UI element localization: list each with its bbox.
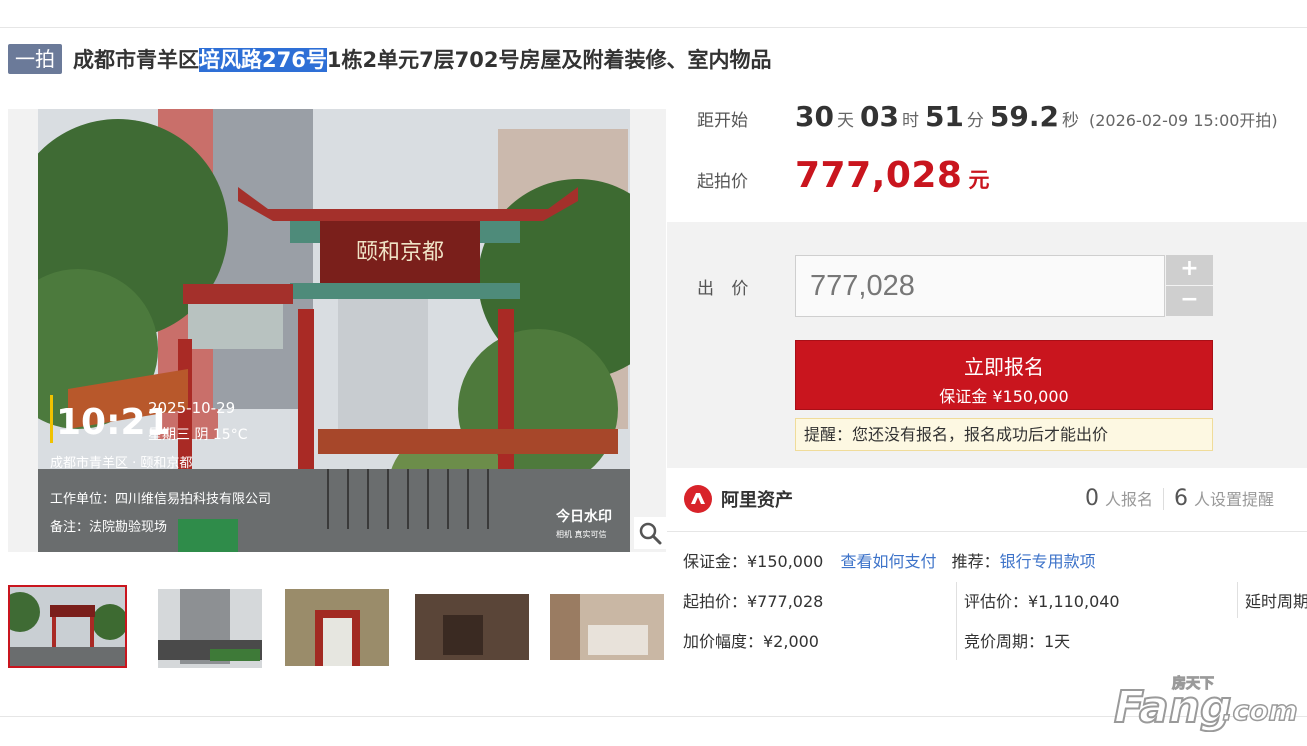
countdown-days: 30 — [795, 100, 834, 133]
photo-work-unit: 工作单位：四川维信易拍科技有限公司 — [50, 492, 271, 507]
countdown-row: 距开始 30 天 03 时 51 分 59.2 秒 (2026-02-09 15… — [697, 100, 1278, 140]
thumbnail-1-image — [10, 587, 125, 666]
gate-photo-illustration: 颐和京都 10:21 2025-10-29 星期三 阴 15°C 成都市青羊区 — [38, 109, 630, 552]
start-price-row: 起拍价 777,028 元 — [697, 155, 989, 196]
bid-panel: 出 价 777,028 + − 立即报名 保证金 ¥150,000 提醒：您还没… — [667, 222, 1307, 468]
thumbnail-2[interactable] — [150, 585, 269, 668]
start-price-unit: 元 — [968, 168, 990, 192]
reminder-count-label: 人设置提醒 — [1194, 490, 1275, 509]
thumbnail-3[interactable] — [285, 585, 404, 668]
photo-stamp: 今日水印 — [555, 508, 612, 525]
photo-weather: 星期三 阴 15°C — [148, 427, 248, 443]
countdown-days-unit: 天 — [836, 111, 854, 131]
deposit-info: 保证金：¥150,000 查看如何支付 推荐：银行专用款项 — [683, 548, 1096, 572]
reminder-count: 6 — [1174, 486, 1189, 511]
signup-count: 0 — [1085, 486, 1099, 511]
signup-count-label: 人报名 — [1105, 490, 1154, 509]
watermark-sub: 房天下 — [1172, 675, 1214, 692]
title-row: 一拍 成都市青羊区培风路276号1栋2单元7层702号房屋及附着装修、室内物品 — [8, 42, 772, 76]
detail-separator-1 — [956, 582, 957, 660]
title-highlight: 培风路276号 — [199, 48, 327, 72]
thumbnail-3-image — [285, 585, 404, 668]
recommend-label: 推荐： — [951, 552, 1000, 571]
countdown-label: 距开始 — [697, 111, 748, 131]
start-price-label: 起拍价 — [697, 172, 748, 192]
detail-separator-2 — [1237, 582, 1238, 618]
fang-logo-icon: Fang .com 房天下 — [1113, 675, 1298, 735]
info-divider — [667, 531, 1307, 532]
photo-location: 成都市青羊区 · 颐和京都 — [50, 455, 192, 471]
how-to-pay-link[interactable]: 查看如何支付 — [840, 552, 936, 571]
bid-label: 出 价 — [697, 279, 755, 299]
detail-start-price: 起拍价：¥777,028 — [683, 592, 824, 611]
ali-asset-icon — [684, 485, 712, 513]
countdown-seconds: 59.2 — [989, 100, 1059, 133]
signup-deposit-label: 保证金 ¥150,000 — [939, 387, 1069, 406]
photo-note: 备注：法院勘验现场 — [50, 519, 167, 535]
auction-stats: 0 人报名 6 人设置提醒 — [1085, 486, 1274, 511]
zoom-icon[interactable] — [634, 517, 666, 549]
auction-start-time: (2026-02-09 15:00开拍) — [1089, 111, 1278, 130]
signup-button-label: 立即报名 — [964, 355, 1044, 379]
magnifier-icon — [639, 522, 662, 545]
signup-button[interactable]: 立即报名 保证金 ¥150,000 — [795, 340, 1213, 410]
countdown-hours: 03 — [859, 100, 899, 133]
platform-row: 阿里资产 0 人报名 6 人设置提醒 — [683, 484, 1307, 516]
signup-reminder: 提醒：您还没有报名，报名成功后才能出价 — [795, 418, 1213, 451]
auction-round-tag: 一拍 — [8, 44, 62, 74]
decrease-bid-button[interactable]: − — [1166, 286, 1213, 316]
top-divider — [0, 27, 1307, 28]
increase-bid-button[interactable]: + — [1166, 255, 1213, 285]
page-title: 成都市青羊区培风路276号1栋2单元7层702号房屋及附着装修、室内物品 — [73, 44, 772, 74]
gate-sign: 颐和京都 — [356, 240, 444, 265]
thumbnail-4-image — [413, 585, 532, 668]
detail-increment: 加价幅度：¥2,000 — [683, 632, 819, 651]
detail-appraisal: 评估价：¥1,110,040 — [964, 592, 1120, 611]
photo-date: 2025-10-29 — [148, 399, 235, 417]
thumbnail-5-image — [548, 585, 667, 668]
stats-separator — [1163, 487, 1165, 510]
detail-delay: 延时周期 — [1245, 592, 1307, 611]
thumbnail-5[interactable] — [548, 585, 667, 668]
countdown-hours-unit: 时 — [901, 111, 919, 131]
title-suffix: 1栋2单元7层702号房屋及附着装修、室内物品 — [326, 48, 772, 72]
platform-logo[interactable]: 阿里资产 — [683, 484, 793, 514]
countdown-minutes: 51 — [924, 100, 964, 133]
deposit-text: 保证金：¥150,000 — [683, 552, 824, 571]
platform-name: 阿里资产 — [721, 490, 793, 511]
main-image-viewer[interactable]: 颐和京都 10:21 2025-10-29 星期三 阴 15°C 成都市青羊区 — [8, 109, 666, 552]
bank-account-link[interactable]: 银行专用款项 — [1000, 552, 1096, 571]
photo-stamp-sub: 相机 真实可信 — [556, 529, 607, 539]
fang-watermark: Fang .com 房天下 — [1110, 672, 1300, 735]
bid-amount-input[interactable]: 777,028 — [795, 255, 1165, 317]
countdown-minutes-unit: 分 — [966, 111, 984, 131]
countdown-seconds-unit: 秒 — [1062, 111, 1079, 131]
start-price-value: 777,028 — [795, 155, 963, 196]
detail-bid-cycle: 竞价周期：1天 — [964, 632, 1071, 651]
thumbnail-4[interactable] — [413, 585, 532, 668]
main-photo: 颐和京都 10:21 2025-10-29 星期三 阴 15°C 成都市青羊区 — [38, 109, 630, 552]
thumbnail-1[interactable] — [8, 585, 127, 668]
watermark-dotcom: .com — [1222, 694, 1298, 727]
title-prefix: 成都市青羊区 — [73, 48, 199, 72]
thumbnail-2-image — [150, 585, 269, 668]
